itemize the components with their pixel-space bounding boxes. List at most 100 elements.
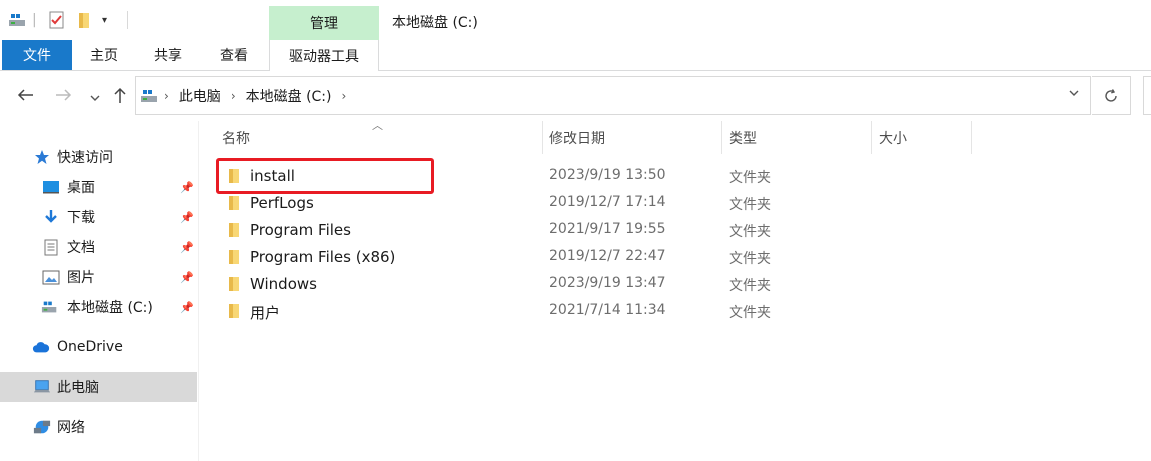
title-bar: | ▾ 管理 本地磁盘 (C:) xyxy=(0,0,1151,40)
file-name: Windows xyxy=(250,275,317,293)
folder-icon xyxy=(226,195,242,211)
sidebar-item-label: OneDrive xyxy=(57,339,123,355)
this-pc-icon xyxy=(140,88,160,104)
column-header-date[interactable]: 修改日期 xyxy=(549,121,719,154)
drive-icon[interactable] xyxy=(8,9,26,31)
column-header-label: 修改日期 xyxy=(549,130,605,147)
sidebar-item-label: 快速访问 xyxy=(57,150,113,166)
breadcrumb-separator-icon[interactable]: › xyxy=(164,89,169,103)
file-row-program-files-x86[interactable]: Program Files (x86) 2019/12/7 22:47 文件夹 xyxy=(215,244,935,271)
file-date: 2021/9/17 19:55 xyxy=(549,221,666,237)
tab-home[interactable]: 主页 xyxy=(74,40,134,70)
file-type: 文件夹 xyxy=(729,170,771,186)
file-row-program-files[interactable]: Program Files 2021/9/17 19:55 文件夹 xyxy=(215,217,935,244)
separator-icon: | xyxy=(32,12,37,28)
column-header-type[interactable]: 类型 xyxy=(729,121,869,154)
pin-icon[interactable]: 📌 xyxy=(180,211,194,224)
window-title: 本地磁盘 (C:) xyxy=(392,15,478,31)
new-folder-icon[interactable] xyxy=(76,9,92,31)
sidebar-item-label: 本地磁盘 (C:) xyxy=(67,300,153,316)
manage-tab[interactable]: 管理 xyxy=(269,6,379,40)
file-row-users[interactable]: 用户 2021/7/14 11:34 文件夹 xyxy=(215,298,935,325)
file-type: 文件夹 xyxy=(729,224,771,240)
breadcrumb-this-pc[interactable]: 此电脑 xyxy=(179,86,221,106)
sidebar-item-label: 此电脑 xyxy=(57,380,99,396)
sidebar-item-label: 网络 xyxy=(57,420,85,436)
recent-locations-button[interactable] xyxy=(89,89,101,107)
tab-file[interactable]: 文件 xyxy=(2,40,72,70)
toolbar-divider xyxy=(127,11,128,29)
sidebar-item-onedrive[interactable]: OneDrive xyxy=(0,332,197,362)
column-divider[interactable] xyxy=(971,121,972,154)
address-bar[interactable]: › 此电脑 › 本地磁盘 (C:) › xyxy=(135,76,1091,115)
pin-icon[interactable]: 📌 xyxy=(180,241,194,254)
file-date: 2021/7/14 11:34 xyxy=(549,302,666,318)
navigation-pane: 快速访问 桌面 📌 下载 📌 文档 📌 图片 📌 本地磁盘 (C:) 📌 One… xyxy=(0,121,199,461)
star-icon xyxy=(33,148,51,166)
sidebar-item-network[interactable]: 网络 xyxy=(0,412,197,442)
column-header-label: 大小 xyxy=(879,130,907,147)
pin-icon[interactable]: 📌 xyxy=(180,181,194,194)
sidebar-item-label: 桌面 xyxy=(67,180,95,196)
column-divider[interactable] xyxy=(542,121,543,154)
computer-icon xyxy=(33,378,51,396)
customize-toolbar-icon[interactable]: ▾ xyxy=(102,9,107,31)
file-date: 2019/12/7 17:14 xyxy=(549,194,666,210)
chevron-down-icon xyxy=(90,95,100,101)
sidebar-item-label: 文档 xyxy=(67,240,95,256)
drive-icon xyxy=(41,298,59,316)
file-name: install xyxy=(250,167,295,185)
properties-icon[interactable] xyxy=(48,9,66,31)
sidebar-item-label: 下载 xyxy=(67,210,95,226)
address-dropdown-button[interactable] xyxy=(1068,86,1080,102)
file-date: 2023/9/19 13:50 xyxy=(549,167,666,183)
up-button[interactable] xyxy=(112,86,128,108)
refresh-button[interactable] xyxy=(1092,76,1131,115)
sidebar-item-documents[interactable]: 文档 📌 xyxy=(0,232,197,262)
tab-share[interactable]: 共享 xyxy=(138,40,198,70)
file-type: 文件夹 xyxy=(729,278,771,294)
refresh-icon xyxy=(1105,88,1117,102)
file-row-install[interactable]: install 2023/9/19 13:50 文件夹 xyxy=(215,163,935,190)
sidebar-item-local-disk[interactable]: 本地磁盘 (C:) 📌 xyxy=(0,292,197,322)
network-icon xyxy=(33,418,51,436)
tab-view[interactable]: 查看 xyxy=(204,40,264,70)
back-button[interactable] xyxy=(16,87,34,107)
folder-icon xyxy=(226,303,242,319)
pin-icon[interactable]: 📌 xyxy=(180,301,194,314)
breadcrumb-separator-icon[interactable]: › xyxy=(231,89,236,103)
sidebar-item-pictures[interactable]: 图片 📌 xyxy=(0,262,197,292)
breadcrumb-local-disk[interactable]: 本地磁盘 (C:) xyxy=(246,86,332,106)
column-header-label: 类型 xyxy=(729,130,757,147)
search-input[interactable] xyxy=(1143,76,1151,115)
file-name: 用户 xyxy=(250,304,281,322)
arrow-up-icon xyxy=(114,87,126,103)
file-explorer-window: | ▾ 管理 本地磁盘 (C:) 文件 主页 共享 查看 驱动器工具 › 此电脑… xyxy=(0,0,1151,461)
sidebar-item-downloads[interactable]: 下载 📌 xyxy=(0,202,197,232)
sidebar-item-this-pc[interactable]: 此电脑 xyxy=(0,372,197,402)
forward-button[interactable] xyxy=(55,87,73,107)
pin-icon[interactable]: 📌 xyxy=(180,271,194,284)
picture-icon xyxy=(42,268,60,286)
tab-drive-tools[interactable]: 驱动器工具 xyxy=(269,40,379,71)
arrow-right-icon xyxy=(56,89,72,101)
column-header-size[interactable]: 大小 xyxy=(879,121,969,154)
file-row-perflogs[interactable]: PerfLogs 2019/12/7 17:14 文件夹 xyxy=(215,190,935,217)
file-type: 文件夹 xyxy=(729,305,771,321)
file-date: 2023/9/19 13:47 xyxy=(549,275,666,291)
folder-icon xyxy=(226,249,242,265)
folder-icon xyxy=(226,276,242,292)
document-icon xyxy=(42,238,60,256)
download-icon xyxy=(42,208,60,226)
sidebar-item-quick-access[interactable]: 快速访问 xyxy=(0,142,197,172)
arrow-left-icon xyxy=(17,89,33,101)
column-divider[interactable] xyxy=(871,121,872,154)
sidebar-item-desktop[interactable]: 桌面 📌 xyxy=(0,172,197,202)
sidebar-item-label: 图片 xyxy=(67,270,95,286)
file-row-windows[interactable]: Windows 2023/9/19 13:47 文件夹 xyxy=(215,271,935,298)
file-name: PerfLogs xyxy=(250,194,314,212)
column-header-name[interactable]: 名称 xyxy=(222,121,542,154)
column-divider[interactable] xyxy=(721,121,722,154)
breadcrumb-separator-icon[interactable]: › xyxy=(342,89,347,103)
folder-icon xyxy=(226,168,242,184)
